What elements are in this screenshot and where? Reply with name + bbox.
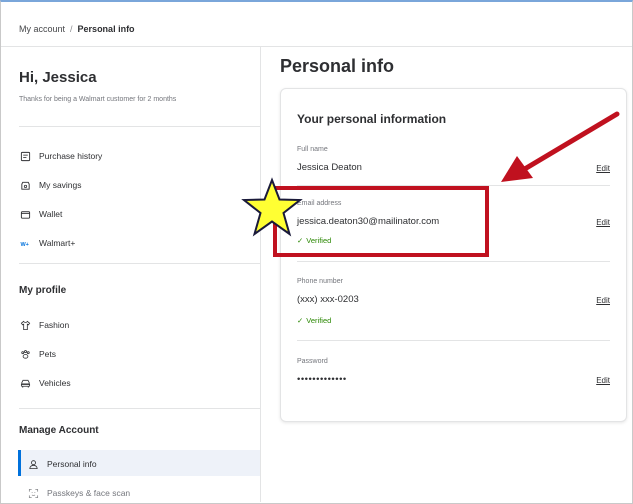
full-name-label: Full name xyxy=(297,146,328,153)
sidebar-item-fashion[interactable]: Fashion xyxy=(19,319,69,331)
arrow-annotation-icon xyxy=(501,111,620,182)
password-value: ••••••••••••• xyxy=(297,374,347,385)
edit-phone-link[interactable]: Edit xyxy=(596,296,610,305)
sidebar-item-passkeys[interactable]: Passkeys & face scan xyxy=(27,487,130,499)
sidebar-item-label: Pets xyxy=(39,349,57,359)
person-icon xyxy=(27,458,39,470)
greeting-subtitle: Thanks for being a Walmart customer for … xyxy=(19,96,177,103)
phone-verified-status: ✓ Verified xyxy=(297,316,331,325)
breadcrumb-my-account[interactable]: My account xyxy=(19,24,65,34)
section-title-manage-account: Manage Account xyxy=(19,425,99,436)
edit-password-link[interactable]: Edit xyxy=(596,376,610,385)
sidebar-item-vehicles[interactable]: Vehicles xyxy=(19,377,71,389)
sidebar-item-personal-info[interactable]: Personal info xyxy=(27,458,97,470)
shirt-icon xyxy=(19,319,31,331)
walmart-plus-icon: W+ xyxy=(19,237,31,249)
card-title: Your personal information xyxy=(297,112,447,126)
sidebar-item-my-savings[interactable]: My savings xyxy=(19,179,82,191)
sidebar-item-label: Fashion xyxy=(39,320,70,330)
verified-label: Verified xyxy=(306,316,332,325)
sidebar-item-label: Vehicles xyxy=(39,378,71,388)
breadcrumb: My account / Personal info xyxy=(19,24,135,34)
greeting-title: Hi, Jessica xyxy=(19,69,97,86)
edit-email-link[interactable]: Edit xyxy=(596,218,610,227)
sidebar-item-wallet[interactable]: Wallet xyxy=(19,208,62,220)
face-scan-icon xyxy=(27,487,39,499)
sidebar-divider xyxy=(19,126,261,127)
card-divider xyxy=(297,261,610,262)
sidebar-item-pets[interactable]: Pets xyxy=(19,348,56,360)
check-icon: ✓ xyxy=(297,316,304,325)
full-name-value: Jessica Deaton xyxy=(297,162,362,173)
phone-label: Phone number xyxy=(297,278,343,285)
sidebar-item-label: Personal info xyxy=(47,459,97,469)
sidebar-item-walmart-plus[interactable]: W+ Walmart+ xyxy=(19,237,75,249)
car-icon xyxy=(19,377,31,389)
breadcrumb-current: Personal info xyxy=(77,24,135,34)
savings-icon xyxy=(19,179,31,191)
star-annotation-icon xyxy=(241,177,303,237)
svg-text:W+: W+ xyxy=(20,241,28,247)
breadcrumb-separator: / xyxy=(70,24,73,34)
sidebar-item-label: Purchase history xyxy=(39,151,103,161)
sidebar-item-label: Wallet xyxy=(39,209,63,219)
receipt-icon xyxy=(19,150,31,162)
sidebar-divider xyxy=(19,408,261,409)
sidebar: Hi, Jessica Thanks for being a Walmart c… xyxy=(1,47,261,502)
card-divider xyxy=(297,340,610,341)
password-label: Password xyxy=(297,358,328,365)
paw-icon xyxy=(19,348,31,360)
active-item-indicator xyxy=(18,450,21,476)
section-title-my-profile: My profile xyxy=(19,285,67,296)
sidebar-item-label: Walmart+ xyxy=(39,238,76,248)
sidebar-item-label: Passkeys & face scan xyxy=(47,488,131,498)
highlight-annotation-box xyxy=(273,186,489,257)
sidebar-item-purchase-history[interactable]: Purchase history xyxy=(19,150,102,162)
sidebar-divider xyxy=(19,263,261,264)
wallet-icon xyxy=(19,208,31,220)
phone-value: (xxx) xxx-0203 xyxy=(297,294,359,305)
page-title: Personal info xyxy=(280,56,395,76)
sidebar-item-label: My savings xyxy=(39,180,82,190)
